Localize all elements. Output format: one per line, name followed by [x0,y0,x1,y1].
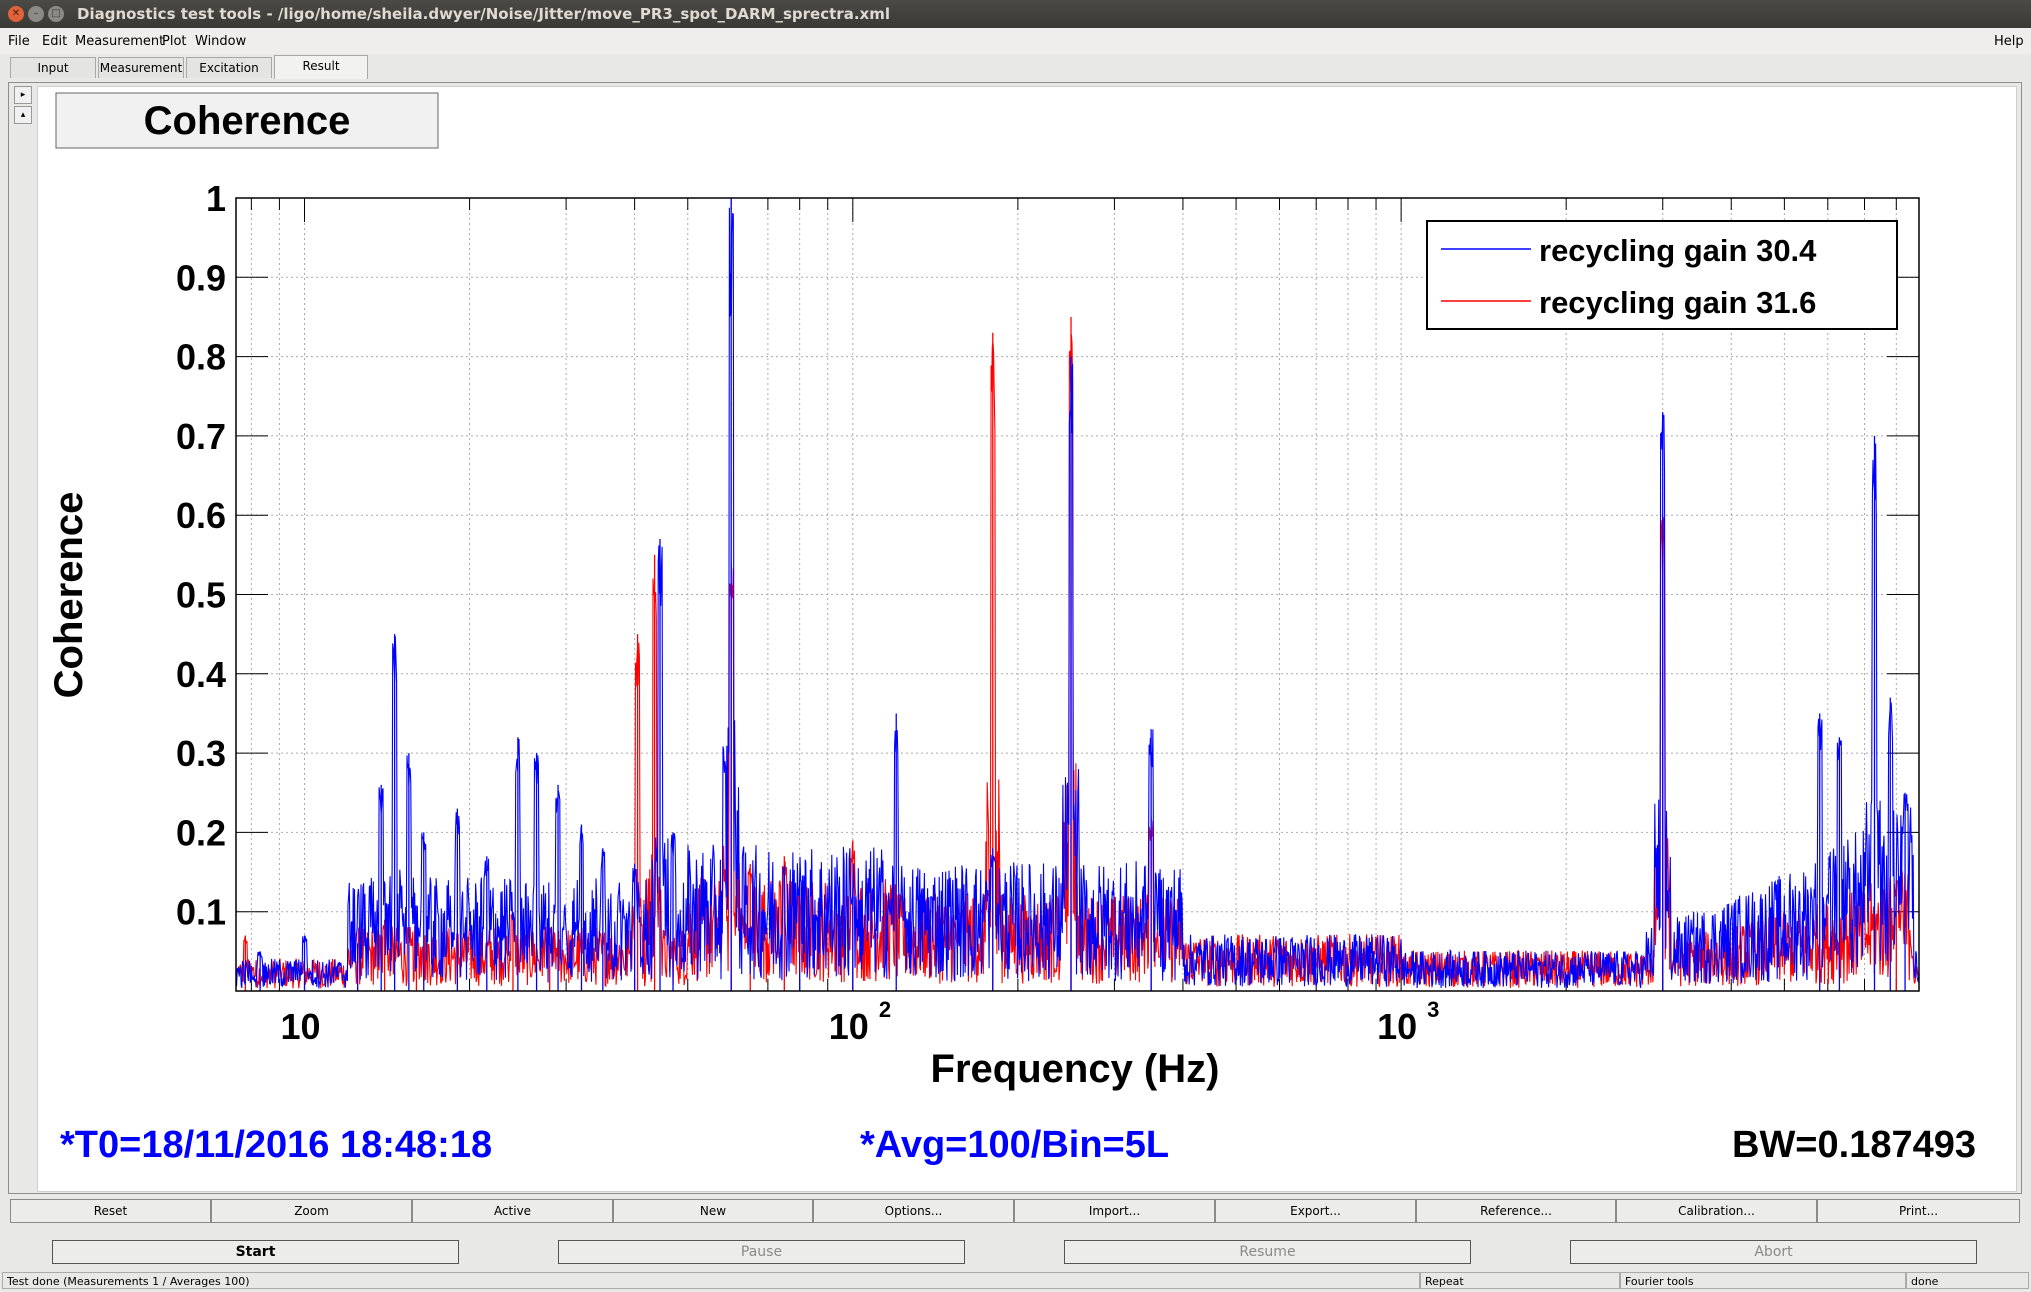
y-tick-label: 0.1 [176,892,226,933]
menu-measurement[interactable]: Measurement [75,34,164,49]
legend-entry-2: recycling gain 31.6 [1539,285,1816,320]
window-title: Diagnostics test tools - /ligo/home/shei… [77,5,890,23]
y-tick-label: 0.4 [176,654,226,695]
status-state: done [1906,1272,2029,1289]
export-button[interactable]: Export... [1215,1199,1416,1223]
new-button[interactable]: New [613,1199,813,1223]
legend-entry-1: recycling gain 30.4 [1539,233,1817,268]
x-tick-exponent: 2 [879,997,891,1022]
reset-button[interactable]: Reset [10,1199,211,1223]
legend[interactable]: recycling gain 30.4 recycling gain 31.6 [1426,220,1898,330]
close-window-icon[interactable]: ✕ [8,6,24,22]
panel-title: Coherence [144,99,351,143]
coherence-plot[interactable]: Coherence 1 0.9 0.8 0.7 0.6 0.5 0.4 0.3 0.2 0.1 1… [38,87,2016,1191]
menu-file[interactable]: File [8,34,30,49]
x-tick-label: 10 [1377,1006,1417,1047]
active-button[interactable]: Active [412,1199,613,1223]
plot-canvas[interactable]: Coherence 1 0.9 0.8 0.7 0.6 0.5 0.4 0.3 0.2 0.1 1… [37,86,2017,1192]
y-tick-label: 0.3 [176,733,226,774]
tab-excitation[interactable]: Excitation [186,57,272,78]
pad-scroll-buttons: ▸ ▴ [14,86,32,124]
window-title-bar: ✕ – □ Diagnostics test tools - /ligo/hom… [0,0,2031,28]
tab-bar: Input Measurement Excitation Result [0,54,2031,80]
scroll-right-icon[interactable]: ▸ [14,86,32,104]
y-tick-label: 0.6 [176,495,226,536]
y-axis-label: Coherence [47,492,91,699]
bandwidth-label: BW=0.187493 [1732,1124,1976,1166]
resume-button[interactable]: Resume [1064,1240,1471,1264]
y-tick-label: 1 [206,178,226,219]
x-tick-label: 10 [280,1006,320,1047]
abort-button[interactable]: Abort [1570,1240,1977,1264]
pause-button[interactable]: Pause [558,1240,965,1264]
x-axis-label: Frequency (Hz) [931,1047,1220,1091]
zoom-button[interactable]: Zoom [211,1199,412,1223]
x-tick-label: 10 [829,1006,869,1047]
scroll-up-icon[interactable]: ▴ [14,106,32,124]
x-tick-labels: 10 10 2 10 3 [280,997,1439,1047]
menu-edit[interactable]: Edit [42,34,67,49]
y-tick-label: 0.5 [176,575,226,616]
avg-label: *Avg=100/Bin=5L [860,1124,1169,1166]
maximize-window-icon[interactable]: □ [48,6,64,22]
reference-button[interactable]: Reference... [1416,1199,1616,1223]
calibration-button[interactable]: Calibration... [1616,1199,1817,1223]
y-tick-label: 0.8 [176,337,226,378]
plot-button-row: Reset Zoom Active New Options... Import.… [10,1199,2022,1223]
print-button[interactable]: Print... [1817,1199,2020,1223]
y-tick-label: 0.2 [176,812,226,853]
menu-window[interactable]: Window [195,34,246,49]
status-tool: Fourier tools [1620,1272,1906,1289]
menu-bar: File Edit Measurement Plot Window Help [0,28,2031,54]
start-button[interactable]: Start [52,1240,459,1264]
status-repeat: Repeat [1420,1272,1620,1289]
x-tick-exponent: 3 [1427,997,1439,1022]
y-tick-label: 0.9 [176,257,226,298]
status-message: Test done (Measurements 1 / Averages 100… [2,1272,1420,1289]
t0-label: *T0=18/11/2016 18:48:18 [60,1124,492,1166]
import-button[interactable]: Import... [1014,1199,1215,1223]
menu-plot[interactable]: Plot [162,34,187,49]
status-bar: Test done (Measurements 1 / Averages 100… [0,1270,2031,1292]
menu-help[interactable]: Help [1994,34,2024,49]
y-tick-labels: 1 0.9 0.8 0.7 0.6 0.5 0.4 0.3 0.2 0.1 [176,178,226,933]
minimize-window-icon[interactable]: – [28,6,44,22]
tab-result[interactable]: Result [274,55,368,79]
tab-measurement[interactable]: Measurement [98,57,184,78]
options-button[interactable]: Options... [813,1199,1014,1223]
y-tick-label: 0.7 [176,416,226,457]
tab-input[interactable]: Input [10,57,96,78]
